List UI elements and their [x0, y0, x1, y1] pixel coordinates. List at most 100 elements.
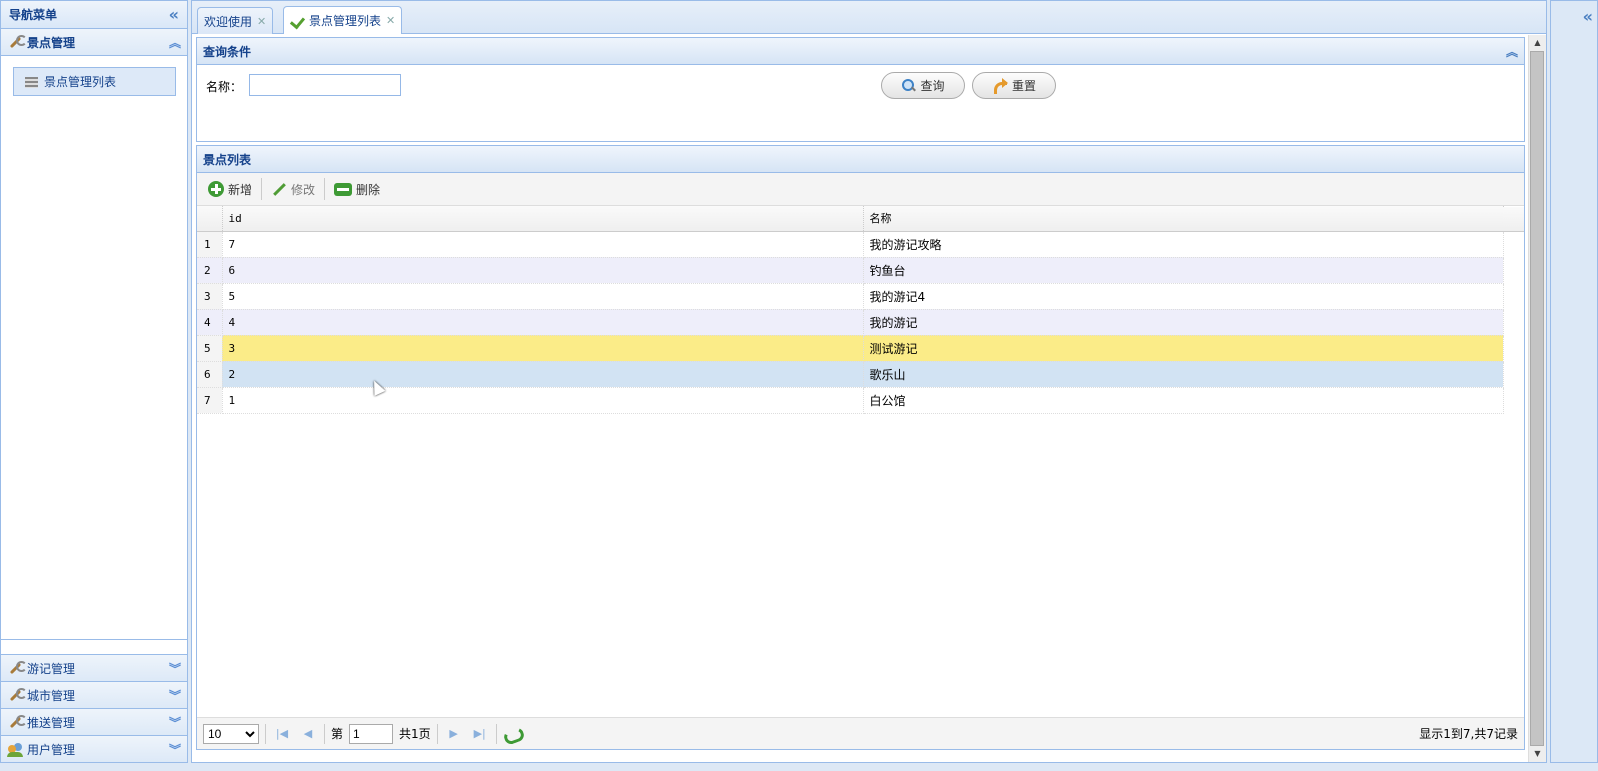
prev-page-icon[interactable]: ◀ — [298, 724, 318, 744]
collapsed-accordions: 游记管理 ︾ 城市管理 ︾ 推送管理 ︾ 用户管理 ︾ — [1, 654, 187, 762]
cell-name: 测试游记 — [863, 335, 1504, 362]
close-icon[interactable]: ✕ — [386, 14, 395, 27]
scroll-down-icon[interactable]: ▼ — [1529, 746, 1546, 762]
chevron-down-icon[interactable]: ︾ — [169, 714, 181, 731]
cell-name: 我的游记 — [863, 309, 1504, 336]
cell-id: 4 — [222, 309, 864, 336]
reset-button-label: 重置 — [1011, 79, 1036, 93]
accordion-label: 城市管理 — [27, 688, 76, 703]
accordion-city-management[interactable]: 城市管理 ︾ — [1, 681, 187, 708]
row-number: 7 — [197, 387, 223, 414]
vertical-scrollbar[interactable]: ▲ ▼ — [1528, 35, 1546, 762]
row-number: 4 — [197, 309, 223, 336]
west-nav-title: 导航菜单 — [9, 8, 58, 22]
row-number: 1 — [197, 231, 223, 258]
first-page-icon[interactable]: |◀ — [272, 724, 292, 744]
scenic-list-title: 景点列表 — [203, 152, 252, 167]
query-panel: 查询条件 ︽ 名称： 查询 重置 — [196, 37, 1525, 142]
page-size-select[interactable]: 10 — [203, 723, 259, 744]
cell-id: 5 — [222, 283, 864, 310]
table-row-selected[interactable]: 5 3 测试游记 — [197, 335, 1504, 362]
table-row[interactable]: 3 5 我的游记4 — [197, 283, 1504, 310]
toolbar-separator — [324, 178, 326, 200]
table-row[interactable]: 2 6 钓鱼台 — [197, 257, 1504, 284]
accordion-body: 景点管理列表 — [1, 56, 187, 640]
total-pages: 共1页 — [399, 727, 431, 741]
wrench-icon — [7, 714, 27, 731]
collapse-up-icon[interactable]: ︽ — [1506, 43, 1518, 60]
accordion-scenic-management[interactable]: 景点管理 ︽ — [1, 29, 187, 56]
wrench-icon — [7, 34, 27, 51]
collapse-left-icon[interactable]: « — [169, 6, 179, 23]
scenic-list-header: 景点列表 — [197, 146, 1524, 173]
table-row[interactable]: 7 1 白公馆 — [197, 387, 1504, 414]
row-number: 5 — [197, 335, 223, 362]
search-icon — [901, 78, 916, 93]
nav-link-label: 景点管理列表 — [44, 75, 117, 89]
wrench-icon — [7, 660, 27, 677]
pager-separator — [265, 723, 266, 744]
tab-scenic-list[interactable]: 景点管理列表 ✕ — [283, 6, 403, 34]
scenic-table: id 名称 1 7 我的游记攻略 2 6 钓鱼台 3 5 我的游记4 4 4 我… — [197, 206, 1504, 414]
cell-id: 6 — [222, 257, 864, 284]
tab-bar: 欢迎使用 ✕ 景点管理列表 ✕ — [192, 1, 1546, 34]
rownum-header — [197, 206, 223, 232]
row-number: 6 — [197, 361, 223, 388]
cell-id: 7 — [222, 231, 864, 258]
pager-separator — [324, 723, 325, 744]
chevron-down-icon[interactable]: ︾ — [169, 741, 181, 758]
page-prefix: 第 — [331, 727, 344, 741]
reset-button[interactable]: 重置 — [972, 72, 1056, 99]
accordion-label: 用户管理 — [27, 742, 76, 757]
close-icon[interactable]: ✕ — [257, 15, 266, 28]
toolbar-separator — [261, 178, 263, 200]
center-panel: 欢迎使用 ✕ 景点管理列表 ✕ 查询条件 ︽ 名称： 查询 重置 景点列表 新增… — [191, 0, 1547, 763]
query-panel-title: 查询条件 — [203, 44, 252, 59]
column-header-name[interactable]: 名称 — [863, 206, 1504, 232]
table-row[interactable]: 1 7 我的游记攻略 — [197, 231, 1504, 258]
edit-button[interactable]: 修改 — [266, 177, 320, 201]
add-button[interactable]: 新增 — [203, 177, 257, 201]
page-number-input[interactable] — [349, 723, 394, 744]
table-row[interactable]: 4 4 我的游记 — [197, 309, 1504, 336]
scrollbar-thumb[interactable] — [1530, 51, 1544, 746]
cell-id: 3 — [222, 335, 864, 362]
scroll-up-icon[interactable]: ▲ — [1529, 35, 1546, 51]
tab-label: 景点管理列表 — [309, 14, 382, 28]
tab-welcome[interactable]: 欢迎使用 ✕ — [197, 7, 274, 34]
refresh-icon[interactable] — [503, 727, 521, 741]
cell-name: 白公馆 — [863, 387, 1504, 414]
cell-name: 我的游记攻略 — [863, 231, 1504, 258]
expand-left-icon[interactable]: « — [1583, 9, 1593, 25]
next-page-icon[interactable]: ▶ — [444, 724, 464, 744]
chevron-down-icon[interactable]: ︾ — [169, 660, 181, 677]
add-icon — [208, 181, 224, 197]
footer-strip — [0, 763, 1598, 771]
list-icon — [24, 75, 40, 89]
delete-button[interactable]: 删除 — [329, 177, 385, 201]
accordion-travel-notes[interactable]: 游记管理 ︾ — [1, 654, 187, 681]
cell-id: 1 — [222, 387, 864, 414]
last-page-icon[interactable]: ▶| — [470, 724, 490, 744]
cell-name: 歌乐山 — [863, 361, 1504, 388]
east-collapsed-panel[interactable]: « — [1550, 0, 1598, 763]
name-search-input[interactable] — [249, 74, 401, 96]
scenic-list-panel: 景点列表 新增 修改 删除 id 名称 1 7 我的游记攻略 2 6 钓鱼台 3… — [196, 145, 1525, 750]
column-header-id[interactable]: id — [222, 206, 864, 232]
accordion-push-management[interactable]: 推送管理 ︾ — [1, 708, 187, 735]
accordion-label: 景点管理 — [27, 35, 76, 50]
cell-id: 2 — [222, 361, 864, 388]
chevron-down-icon[interactable]: ︾ — [169, 687, 181, 704]
accordion-user-management[interactable]: 用户管理 ︾ — [1, 735, 187, 762]
nav-link-scenic-list[interactable]: 景点管理列表 — [13, 67, 176, 96]
edit-button-label: 修改 — [291, 182, 316, 197]
grid-toolbar: 新增 修改 删除 — [197, 173, 1524, 206]
search-button[interactable]: 查询 — [881, 72, 965, 99]
table-row-hover[interactable]: 6 2 歌乐山 — [197, 361, 1504, 388]
name-label: 名称： — [206, 80, 243, 94]
remove-icon — [334, 182, 353, 196]
pagination-info: 显示1到7,共7记录 — [1419, 727, 1518, 741]
search-button-label: 查询 — [920, 79, 945, 93]
cell-name: 钓鱼台 — [863, 257, 1504, 284]
chevron-up-icon[interactable]: ︽ — [169, 34, 181, 51]
